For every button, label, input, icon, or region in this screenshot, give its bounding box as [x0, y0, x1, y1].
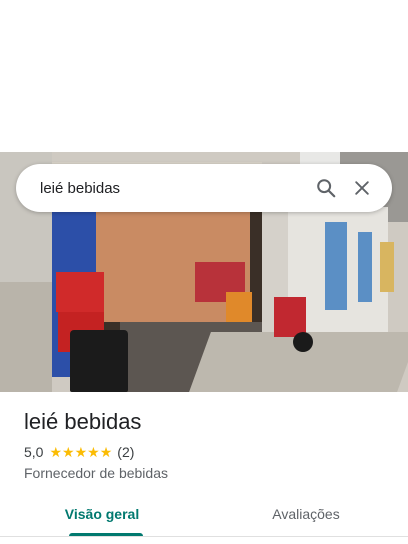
rating-stars: ★ ★ ★ ★ ★: [49, 444, 112, 460]
tab-overview[interactable]: Visão geral: [0, 496, 204, 536]
star-icon: ★: [87, 444, 100, 460]
search-icon[interactable]: [308, 170, 344, 206]
search-bar[interactable]: leié bebidas: [16, 164, 392, 212]
rating-row[interactable]: 5,0 ★ ★ ★ ★ ★ (2): [24, 444, 134, 460]
place-title: leié bebidas: [24, 409, 142, 434]
tab-reviews[interactable]: Avaliações: [204, 496, 408, 536]
tab-divider: [0, 536, 408, 537]
close-icon[interactable]: [344, 170, 380, 206]
review-count[interactable]: (2): [117, 444, 134, 460]
search-query-text[interactable]: leié bebidas: [40, 180, 308, 197]
star-icon: ★: [99, 444, 113, 460]
place-tabs: Visão geral Avaliações: [0, 496, 408, 536]
star-icon: ★: [74, 444, 88, 460]
star-icon: ★: [49, 444, 63, 460]
place-category: Fornecedor de bebidas: [24, 465, 168, 481]
map-blank-area: [0, 0, 408, 152]
rating-value: 5,0: [24, 444, 44, 460]
star-icon: ★: [62, 444, 75, 460]
